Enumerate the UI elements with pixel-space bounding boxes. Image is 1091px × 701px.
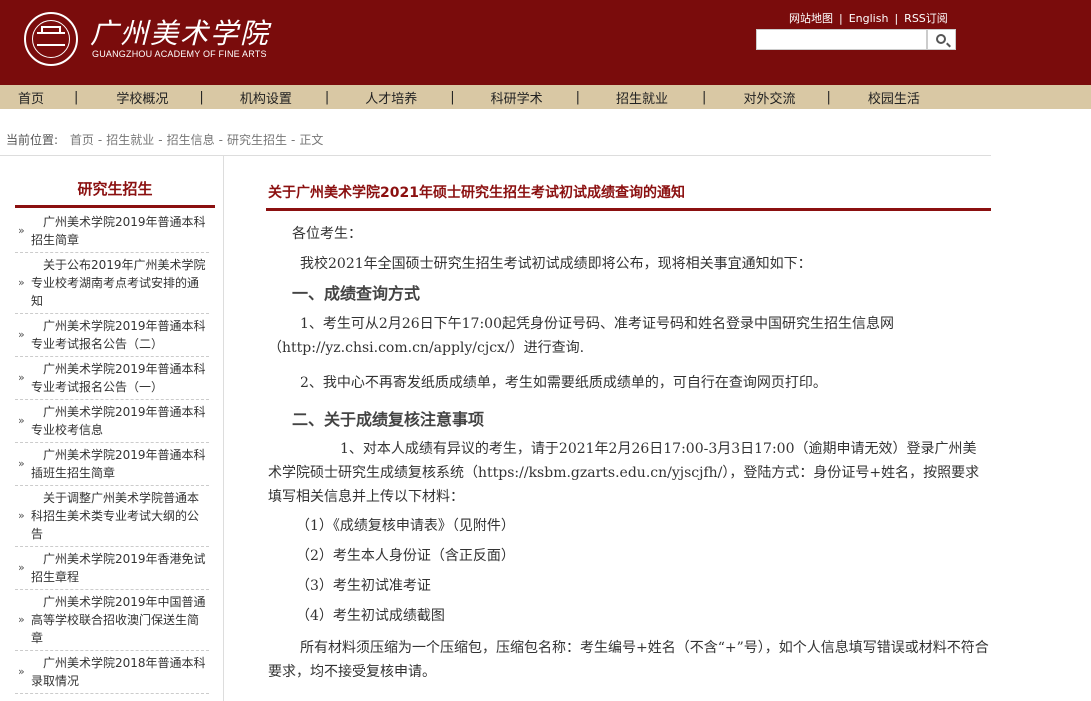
article-paragraph: 所有材料须压缩为一个压缩包，压缩包名称：考生编号+姓名（不含“+”号），如个人信… (268, 640, 989, 680)
chevron-right-icon: » (18, 561, 25, 574)
main-nav: 首页 | 学校概况 | 机构设置 | 人才培养 | 科研学术 | 招生就业 | … (0, 85, 1091, 109)
sidebar-item[interactable]: » 关于调整广州美术学院普通本科招生美术类专业考试大纲的公告 (15, 486, 209, 547)
breadcrumb-separator: - (290, 133, 296, 147)
top-links: 网站地图 | English | RSS订阅 (789, 10, 948, 26)
sidebar-item-label: 广州美术学院2019年中国普通高等学校联合招收澳门保送生简章 (31, 595, 206, 645)
article-paragraph: 我校2021年全国硕士研究生招生考试初试成绩即将公布，现将相关事宜通知如下： (300, 256, 812, 272)
sidebar-item[interactable]: » 广州美术学院2019年普通本科招生简章 (15, 210, 209, 253)
sidebar-item[interactable]: » 广州美术学院2019年普通本科专业校考信息 (15, 400, 209, 443)
link-divider: | (839, 12, 843, 25)
chevron-right-icon: » (18, 665, 25, 678)
sidebar-item-label: 关于调整广州美术学院普通本科招生美术类专业考试大纲的公告 (31, 491, 200, 541)
breadcrumb-separator: - (97, 133, 103, 147)
search-button[interactable] (927, 29, 956, 50)
sidebar-item[interactable]: » 广州美术学院2019年普通本科专业考试报名公告（二） (15, 314, 209, 357)
nav-campus-life[interactable]: 校园生活 (868, 88, 920, 107)
sidebar-list: » 广州美术学院2019年普通本科招生简章 » 关于公布2019年广州美术学院专业校… (15, 210, 209, 694)
nav-divider: | (702, 89, 707, 105)
site-header: 广州美术学院 GUANGZHOU ACADEMY OF FINE ARTS 网站… (0, 0, 1091, 85)
article-list-item: （4）考生初试成绩截图 (296, 608, 445, 624)
nav-exchange[interactable]: 对外交流 (743, 88, 795, 107)
seal-building-icon (37, 26, 65, 46)
breadcrumb-separator: - (158, 133, 163, 147)
nav-home[interactable]: 首页 (18, 88, 44, 107)
sidebar-item-label: 广州美术学院2019年普通本科插班生招生简章 (31, 448, 206, 480)
breadcrumb-admission-info[interactable]: 招生信息 (167, 133, 215, 147)
article-paragraph: 1、对本人成绩有异议的考生，请于2021年2月26日17:00-3月3日17:0… (268, 441, 980, 505)
nav-departments[interactable]: 机构设置 (240, 88, 292, 107)
chevron-right-icon: » (18, 276, 25, 289)
sidebar-item-label: 广州美术学院2019年香港免试招生章程 (31, 552, 206, 584)
breadcrumb-current: 正文 (299, 133, 324, 147)
link-divider: | (894, 12, 899, 25)
article-list-item: （3）考生初试准考证 (296, 578, 431, 594)
search-input[interactable] (756, 29, 927, 50)
sidebar-item[interactable]: » 关于公布2019年广州美术学院专业校考湖南考点考试安排的通知 (15, 253, 209, 314)
school-seal-logo[interactable] (24, 12, 78, 66)
article-heading: 一、成绩查询方式 (292, 284, 421, 303)
nav-divider: | (575, 89, 581, 105)
rss-link[interactable]: RSS订阅 (904, 12, 948, 25)
nav-about[interactable]: 学校概况 (116, 88, 168, 107)
logo-chinese-name[interactable]: 广州美术学院 (90, 12, 270, 52)
nav-divider: | (324, 89, 330, 105)
sidebar-item[interactable]: » 广州美术学院2019年中国普通高等学校联合招收澳门保送生简章 (15, 590, 209, 651)
chevron-right-icon: » (18, 509, 25, 522)
breadcrumb-graduate[interactable]: 研究生招生 (227, 133, 287, 147)
sidebar-item-label: 广州美术学院2019年普通本科专业校考信息 (31, 405, 206, 437)
sidebar-item-label: 广州美术学院2019年普通本科专业考试报名公告（二） (31, 319, 206, 351)
sidebar-item-label: 广州美术学院2018年普通本科录取情况 (31, 656, 206, 688)
sidebar-item[interactable]: » 广州美术学院2019年普通本科插班生招生简章 (15, 443, 209, 486)
sitemap-link[interactable]: 网站地图 (789, 12, 833, 25)
chevron-right-icon: » (18, 457, 25, 470)
sidebar-title: 研究生招生 (77, 180, 153, 198)
nav-divider: | (74, 89, 79, 105)
nav-research[interactable]: 科研学术 (491, 88, 543, 107)
sidebar-item[interactable]: » 广州美术学院2019年香港免试招生章程 (15, 547, 209, 590)
sidebar-item[interactable]: » 广州美术学院2019年普通本科专业考试报名公告（一） (15, 357, 209, 400)
breadcrumb-admissions[interactable]: 招生就业 (106, 133, 154, 147)
article-list-item: （1）《成绩复核申请表》（见附件） (296, 518, 515, 534)
breadcrumb-separator: - (218, 133, 223, 147)
breadcrumb-home[interactable]: 首页 (70, 133, 94, 147)
nav-admissions[interactable]: 招生就业 (616, 88, 668, 107)
nav-divider: | (826, 89, 831, 105)
chevron-right-icon: » (18, 414, 25, 427)
logo-english-name: GUANGZHOU ACADEMY OF FINE ARTS (92, 49, 267, 59)
nav-divider: | (199, 89, 204, 105)
chevron-right-icon: » (18, 224, 25, 237)
sidebar-item-label: 广州美术学院2019年普通本科招生简章 (31, 215, 206, 247)
chevron-right-icon: » (18, 613, 25, 626)
chevron-right-icon: » (18, 371, 25, 384)
article-paragraph: 1、考生可从2月26日下午17:00起凭身份证号码、准考证号码和姓名登录中国研究… (268, 316, 894, 356)
article-list-item: （2）考生本人身份证（含正反面） (296, 548, 515, 564)
search-icon (936, 34, 946, 44)
breadcrumb-label: 当前位置: (6, 133, 59, 147)
sidebar-title-rule (15, 205, 215, 208)
breadcrumb: 当前位置: 首页 - 招生就业 - 招生信息 - 研究生招生 - 正文 (6, 131, 323, 148)
sidebar-item-label: 广州美术学院2019年普通本科专业考试报名公告（一） (31, 362, 206, 394)
nav-divider: | (450, 89, 455, 105)
nav-education[interactable]: 人才培养 (365, 88, 417, 107)
article-heading: 二、关于成绩复核注意事项 (292, 410, 485, 429)
article-title: 关于广州美术学院2021年硕士研究生招生考试初试成绩查询的通知 (268, 185, 685, 201)
article-paragraph: 2、我中心不再寄发纸质成绩单，考生如需要纸质成绩单的，可自行在查询网页打印。 (300, 375, 827, 391)
article-title-rule (266, 208, 991, 211)
chevron-right-icon: » (18, 328, 25, 341)
sidebar-item-label: 关于公布2019年广州美术学院专业校考湖南考点考试安排的通知 (31, 258, 206, 308)
sidebar-item[interactable]: » 广州美术学院2018年普通本科录取情况 (15, 651, 209, 694)
article-greeting: 各位考生： (292, 226, 362, 242)
english-link[interactable]: English (849, 12, 889, 25)
